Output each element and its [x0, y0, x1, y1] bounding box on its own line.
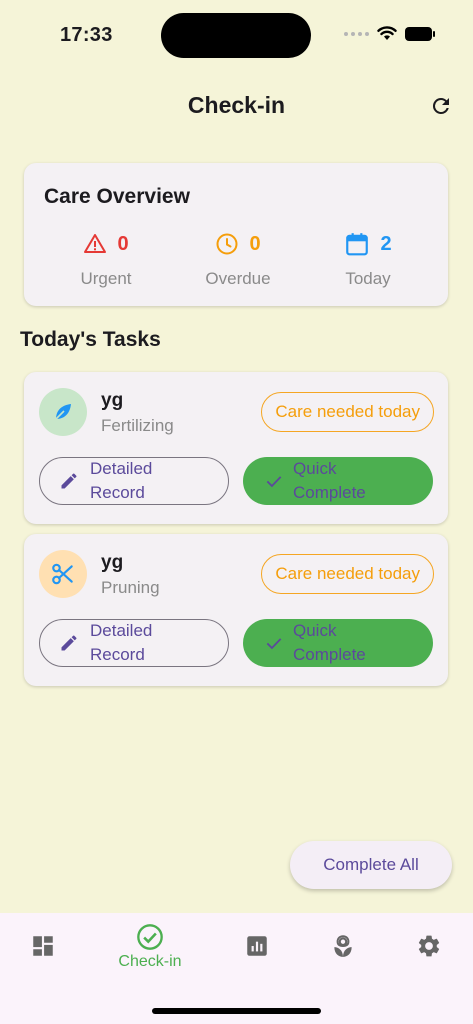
wifi-icon — [377, 26, 397, 40]
nav-item-plants[interactable] — [298, 923, 388, 979]
leaf-icon — [55, 404, 71, 420]
status-badge: Care needed today — [261, 392, 434, 432]
task-name: yg — [101, 390, 124, 411]
check-icon — [263, 470, 285, 492]
settings-icon — [418, 935, 440, 957]
stat-today: 2 Today — [308, 229, 428, 289]
detailed-record-button[interactable]: Detailed Record — [39, 619, 229, 667]
overview-title: Care Overview — [44, 185, 190, 208]
quick-complete-label: Quick Complete — [293, 459, 366, 502]
task-card: yg Fertilizing Care needed today Detaile… — [24, 372, 448, 524]
task-type: Pruning — [101, 578, 160, 597]
nav-label-check-in: Check-in — [118, 953, 182, 970]
battery-icon — [405, 26, 435, 41]
status-icons — [344, 26, 435, 41]
task-type: Fertilizing — [101, 416, 174, 435]
quick-complete-label: Quick Complete — [293, 621, 366, 664]
complete-all-button[interactable]: Complete All — [290, 841, 452, 889]
status-bar: 17:33 — [0, 0, 473, 60]
refresh-icon — [432, 98, 449, 114]
page-title: Check-in — [187, 92, 286, 118]
task-avatar — [39, 388, 87, 436]
clock-icon — [216, 233, 238, 255]
plant-icon — [334, 935, 352, 957]
today-label: Today — [345, 269, 391, 288]
status-time: 17:33 — [60, 24, 113, 46]
status-badge: Care needed today — [261, 554, 434, 594]
quick-complete-button[interactable]: Quick Complete — [243, 619, 433, 667]
chart-icon — [247, 936, 267, 956]
dynamic-island — [161, 13, 311, 58]
overdue-label: Overdue — [205, 269, 271, 288]
detailed-record-button[interactable]: Detailed Record — [39, 457, 229, 505]
check-icon — [263, 632, 285, 654]
urgent-count: 0 — [117, 232, 129, 255]
care-overview-card: Care Overview 0 Urgent 0 Overdue 2 Today — [24, 163, 448, 306]
task-avatar — [39, 550, 87, 598]
task-card: yg Pruning Care needed today Detailed Re… — [24, 534, 448, 686]
detailed-record-label: Detailed Record — [90, 621, 153, 664]
calendar-icon — [346, 233, 369, 256]
signal-dots-icon — [344, 31, 369, 36]
stat-overdue: 0 Overdue — [178, 229, 298, 289]
scissors-icon — [52, 563, 73, 585]
quick-complete-button[interactable]: Quick Complete — [243, 457, 433, 505]
stat-urgent: 0 Urgent — [46, 229, 166, 289]
home-indicator — [152, 1008, 321, 1014]
nav-item-check-in[interactable]: Check-in — [105, 923, 195, 979]
app-bar: Check-in — [0, 80, 473, 130]
nav-item-statistics[interactable] — [212, 923, 302, 979]
detailed-record-label: Detailed Record — [90, 459, 153, 502]
overdue-count: 0 — [249, 232, 261, 255]
check-circle-icon — [137, 924, 163, 950]
nav-item-settings[interactable] — [384, 923, 473, 979]
section-title: Today's Tasks — [20, 328, 161, 351]
pencil-icon — [58, 632, 80, 654]
pencil-icon — [58, 470, 80, 492]
dashboard-icon — [33, 936, 53, 956]
warning-icon — [84, 234, 107, 253]
task-name: yg — [101, 552, 124, 573]
refresh-button[interactable] — [427, 92, 455, 120]
nav-item-dashboard[interactable] — [0, 923, 88, 979]
today-count: 2 — [380, 232, 392, 255]
urgent-label: Urgent — [80, 269, 132, 288]
